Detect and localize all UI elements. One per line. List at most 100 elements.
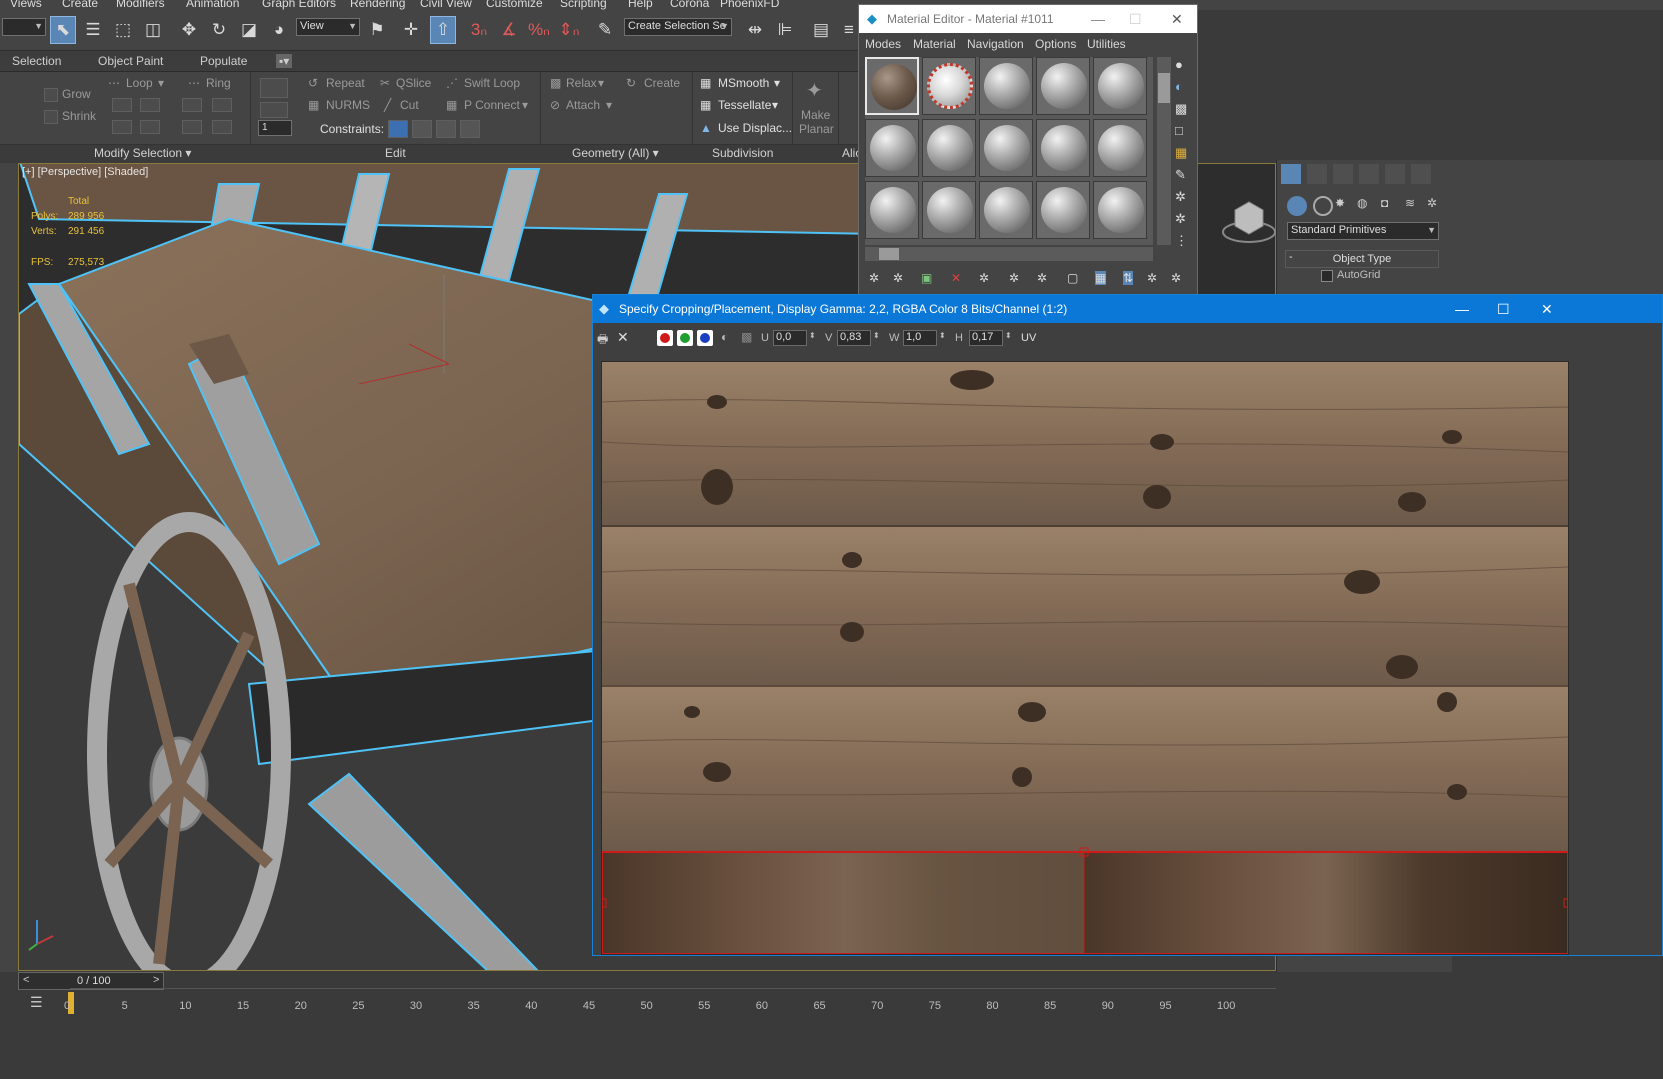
move-icon[interactable]: ✥ <box>176 16 202 44</box>
sample-slot-9[interactable] <box>1036 119 1090 177</box>
maximize-icon[interactable]: ☐ <box>1497 301 1510 318</box>
viewcube-icon[interactable] <box>1221 192 1277 248</box>
menu-utilities[interactable]: Utilities <box>1087 37 1126 51</box>
material-map-navigator-icon[interactable]: ⋮ <box>1175 233 1195 255</box>
sample-slot-10[interactable] <box>1093 119 1147 177</box>
slots-horizontal-scrollbar[interactable] <box>865 247 1153 261</box>
relax-dropdown-icon[interactable]: ▾ <box>598 76 604 90</box>
align-icon[interactable]: ⊫ <box>772 16 798 44</box>
edit-tool-icon[interactable] <box>260 78 288 98</box>
menu-scripting[interactable]: Scripting <box>560 0 607 10</box>
clear-icon[interactable]: ✕ <box>617 329 629 346</box>
loop-grow-icon[interactable] <box>112 98 132 112</box>
uv-tiling-icon[interactable]: □ <box>1175 123 1195 145</box>
utilities-tab-icon[interactable] <box>1411 164 1431 184</box>
angle-snap-icon[interactable]: ∡ <box>496 16 522 44</box>
pivot-center-icon[interactable]: ⚑ <box>364 16 390 44</box>
make-planar-label-1[interactable]: Make <box>801 108 830 122</box>
video-color-check-icon[interactable]: ▦ <box>1175 145 1195 167</box>
green-channel-toggle[interactable] <box>677 330 693 346</box>
constraint-edge-icon[interactable] <box>412 120 432 138</box>
scale-icon[interactable]: ◪ <box>236 16 262 44</box>
sample-slot-6[interactable] <box>865 119 919 177</box>
menu-views[interactable]: Views <box>10 0 42 10</box>
sample-slot-8[interactable] <box>979 119 1033 177</box>
ring-select-icon[interactable] <box>182 120 202 134</box>
menu-graph-editors[interactable]: Graph Editors <box>262 0 336 10</box>
reset-map-icon[interactable]: ✕ <box>951 271 961 285</box>
viewport-label[interactable]: [+] [Perspective] [Shaded] <box>22 166 148 178</box>
menu-create[interactable]: Create <box>62 0 98 10</box>
monochrome-icon[interactable]: ▩ <box>741 330 752 344</box>
loop-dash-icon[interactable] <box>140 120 160 134</box>
backlight-icon[interactable]: ◐ <box>1175 79 1195 101</box>
loop-dropdown-icon[interactable]: ▾ <box>158 76 164 90</box>
assign-to-selection-icon[interactable]: ▣ <box>921 271 932 285</box>
keyboard-shortcut-override-icon[interactable]: ⇧ <box>430 16 456 44</box>
menu-civil-view[interactable]: Civil View <box>420 0 472 10</box>
sample-slot-5[interactable] <box>1093 57 1147 115</box>
menu-material[interactable]: Material <box>913 37 956 51</box>
menu-options[interactable]: Options <box>1035 37 1076 51</box>
maximize-icon[interactable]: ☐ <box>1129 11 1142 28</box>
rollout-collapse-icon[interactable]: - <box>1289 251 1293 263</box>
ring-grow-icon[interactable] <box>182 98 202 112</box>
time-slider-next-icon[interactable]: > <box>153 974 159 986</box>
ring-button[interactable]: Ring <box>206 76 231 90</box>
spacewarps-category-icon[interactable]: ≋ <box>1405 196 1421 212</box>
show-end-result-icon[interactable]: ▦ <box>1095 271 1107 285</box>
create-tab-icon[interactable] <box>1281 164 1301 184</box>
h-spinner[interactable]: 0,17 <box>969 330 1003 346</box>
p-connect-button[interactable]: P Connect <box>464 98 520 112</box>
menu-phoenixfd[interactable]: PhoenixFD <box>720 0 779 10</box>
select-by-name-icon[interactable]: ☰ <box>80 16 106 44</box>
close-icon[interactable]: ✕ <box>1541 301 1553 318</box>
w-spinner[interactable]: 1,0 <box>903 330 937 346</box>
place-icon[interactable]: ◕ <box>266 16 292 44</box>
tessellate-button[interactable]: Tessellate <box>718 98 771 112</box>
make-planar-label-2[interactable]: Planar <box>799 122 834 136</box>
alpha-channel-icon[interactable]: ◐ <box>721 330 728 344</box>
lights-category-icon[interactable]: ✸ <box>1335 196 1351 212</box>
snaps-toggle-icon[interactable]: 3ₙ <box>466 16 492 44</box>
hierarchy-tab-icon[interactable] <box>1333 164 1353 184</box>
systems-category-icon[interactable]: ✲ <box>1427 196 1443 212</box>
subdivision-panel-label[interactable]: Subdivision <box>712 146 773 160</box>
sample-slot-13[interactable] <box>979 181 1033 239</box>
rectangular-selection-icon[interactable]: ⬚ <box>110 16 136 44</box>
named-selection-set-combo[interactable]: Create Selection Se ▼ <box>624 18 732 36</box>
menu-customize[interactable]: Customize <box>486 0 543 10</box>
track-bar-icon[interactable]: ☰ <box>30 994 48 1012</box>
rotate-icon[interactable]: ↻ <box>206 16 232 44</box>
menu-modifiers[interactable]: Modifiers <box>116 0 165 10</box>
make-unique-icon[interactable]: ✲ <box>979 271 989 285</box>
show-shaded-icon[interactable]: ▢ <box>1067 271 1078 285</box>
scrollbar-thumb[interactable] <box>879 248 899 260</box>
sample-slot-14[interactable] <box>1036 181 1090 239</box>
object-type-rollout[interactable]: Object Type <box>1285 250 1439 268</box>
create-button[interactable]: Create <box>644 76 680 90</box>
slots-vertical-scrollbar[interactable] <box>1157 57 1171 245</box>
sample-type-icon[interactable]: ● <box>1175 57 1195 79</box>
reference-coordinate-combo[interactable]: View ▼ <box>296 18 360 36</box>
display-tab-icon[interactable] <box>1385 164 1405 184</box>
u-spinner[interactable]: 0,0 <box>773 330 807 346</box>
time-slider-prev-icon[interactable]: < <box>23 974 29 986</box>
ring-dash-icon[interactable] <box>212 120 232 134</box>
menu-corona[interactable]: Corona <box>670 0 709 10</box>
sample-slot-1[interactable] <box>865 57 919 115</box>
sample-slot-11[interactable] <box>865 181 919 239</box>
loop-button[interactable]: Loop <box>126 76 153 90</box>
sample-slot-15[interactable] <box>1093 181 1147 239</box>
percent-snap-icon[interactable]: %ₙ <box>526 16 552 44</box>
background-icon[interactable]: ▩ <box>1175 101 1195 123</box>
edit-tool-2-icon[interactable] <box>260 102 288 118</box>
edit-panel-label[interactable]: Edit <box>385 146 406 160</box>
ribbon-tab-selection[interactable]: Selection <box>12 54 61 68</box>
pick-material-icon[interactable]: ✲ <box>1171 271 1181 285</box>
h-spinner-arrows-icon[interactable]: ⬍ <box>1005 331 1012 340</box>
save-image-icon[interactable]: 🖶 <box>597 330 608 351</box>
msmooth-dropdown-icon[interactable]: ▾ <box>774 76 780 90</box>
close-icon[interactable]: ✕ <box>1171 11 1183 28</box>
sample-slot-3[interactable] <box>979 57 1033 115</box>
